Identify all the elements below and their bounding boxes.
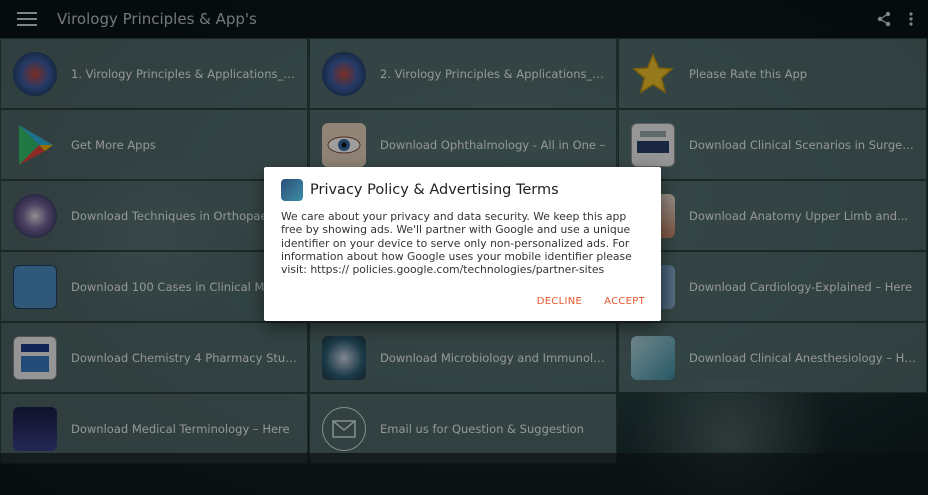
dialog-title: Privacy Policy & Advertising Terms (310, 182, 559, 198)
privacy-dialog: Privacy Policy & Advertising Terms We ca… (264, 167, 661, 321)
decline-button[interactable]: DECLINE (537, 296, 582, 307)
dialog-body: We care about your privacy and data secu… (281, 210, 632, 277)
accept-button[interactable]: ACCEPT (604, 296, 645, 307)
app-icon (281, 179, 303, 201)
